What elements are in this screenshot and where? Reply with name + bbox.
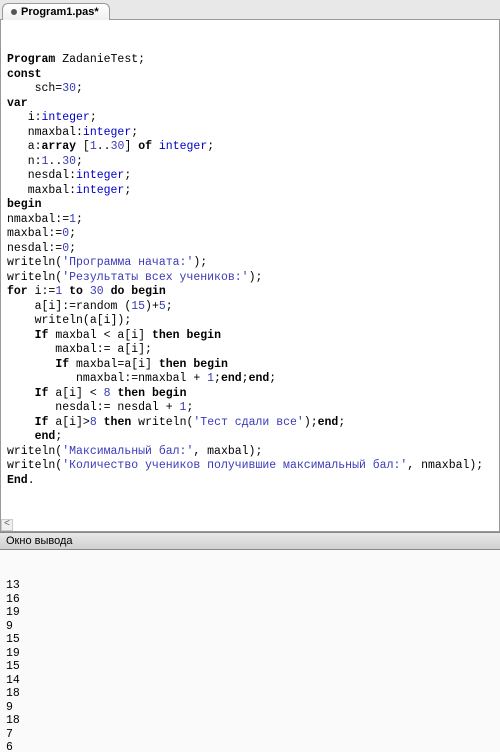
output-pane[interactable]: 131619915191514189187618Максимальный бал… xyxy=(0,550,500,752)
output-text: 131619915191514189187618Максимальный бал… xyxy=(6,579,494,752)
scroll-left-indicator[interactable]: < xyxy=(1,519,13,531)
code-text: Program ZadanieTest;const sch=30;var i:i… xyxy=(7,53,493,488)
tab-label: Program1.pas* xyxy=(21,6,99,18)
modified-icon xyxy=(11,9,17,15)
code-editor[interactable]: Program ZadanieTest;const sch=30;var i:i… xyxy=(0,20,500,532)
output-pane-title: Окно вывода xyxy=(0,532,500,550)
tab-bar: Program1.pas* xyxy=(0,0,500,20)
file-tab[interactable]: Program1.pas* xyxy=(2,3,110,20)
